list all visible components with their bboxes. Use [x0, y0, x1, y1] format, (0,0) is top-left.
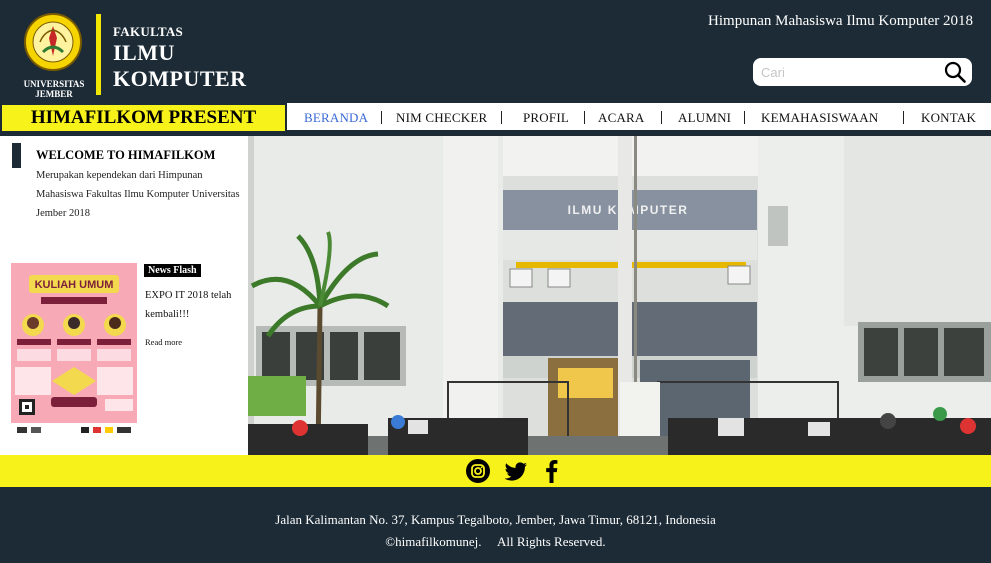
present-banner: HIMAFILKOM PRESENT	[0, 103, 287, 133]
news-flash-badge: News Flash	[144, 264, 201, 277]
site-header: UNIVERSITAS JEMBER FAKULTAS ILMU KOMPUTE…	[0, 0, 991, 103]
nav-separator	[661, 111, 662, 124]
nav-separator	[501, 111, 502, 124]
logo-caption: UNIVERSITAS JEMBER	[22, 79, 86, 99]
read-more-link[interactable]: Read more	[145, 337, 182, 347]
footer-address: Jalan Kalimantan No. 37, Kampus Tegalbot…	[275, 512, 716, 527]
search-box	[753, 58, 972, 86]
event-poster[interactable]: KULIAH UMUM	[11, 263, 137, 438]
footer-copyright: ©himafilkomunej. All Rights Reserved.	[385, 534, 606, 549]
logo-caption-line2: JEMBER	[35, 89, 73, 99]
social-bar	[0, 455, 991, 487]
sidebar: WELCOME TO HIMAFILKOM Merupakan kependek…	[0, 136, 248, 455]
faculty-small-label: FAKULTAS	[113, 24, 184, 39]
faculty-line-2: KOMPUTER	[113, 66, 247, 91]
nav-separator	[381, 111, 382, 124]
nav-nim-checker[interactable]: NIM CHECKER	[396, 103, 487, 133]
welcome-description: Merupakan kependekan dari Himpunan Mahas…	[36, 170, 240, 219]
search-icon[interactable]	[944, 61, 966, 83]
faculty-name: FAKULTAS ILMU KOMPUTER	[113, 24, 247, 92]
nav-kontak[interactable]: KONTAK	[921, 103, 976, 133]
building-photo: ILMU KOMPUTER	[248, 136, 991, 455]
instagram-icon[interactable]	[466, 459, 490, 483]
welcome-accent-bar	[12, 143, 21, 168]
twitter-icon[interactable]	[504, 459, 528, 483]
poster-title: KULIAH UMUM	[35, 279, 114, 291]
nav-profil[interactable]: PROFIL	[523, 103, 569, 133]
hero-photo: ILMU KOMPUTER	[248, 136, 991, 455]
news-flash-text: EXPO IT 2018 telah kembali!!!	[145, 290, 232, 320]
nav-separator	[744, 111, 745, 124]
facebook-icon[interactable]	[540, 459, 564, 483]
university-seal-icon	[24, 13, 82, 71]
nav-acara[interactable]: ACARA	[598, 103, 645, 133]
nav-kemahasiswaan[interactable]: KEMAHASISWAAN	[761, 103, 878, 133]
logo-divider	[96, 14, 101, 95]
logo-caption-line1: UNIVERSITAS	[23, 79, 85, 89]
search-input[interactable]	[761, 62, 941, 82]
nav-separator	[584, 111, 585, 124]
nav-alumni[interactable]: ALUMNI	[678, 103, 731, 133]
nav-beranda[interactable]: BERANDA	[304, 103, 368, 133]
university-logo[interactable]: UNIVERSITAS JEMBER	[22, 12, 86, 99]
nav-separator	[903, 111, 904, 124]
faculty-line-1: ILMU	[113, 40, 175, 65]
poster-graphic: KULIAH UMUM	[11, 263, 137, 438]
welcome-title: WELCOME TO HIMAFILKOM	[36, 148, 216, 162]
main-nav: HIMAFILKOM PRESENT BERANDA NIM CHECKER P…	[0, 103, 991, 133]
org-title: Himpunan Mahasiswa Ilmu Komputer 2018	[708, 13, 973, 29]
site-footer: Jalan Kalimantan No. 37, Kampus Tegalbot…	[0, 487, 991, 563]
